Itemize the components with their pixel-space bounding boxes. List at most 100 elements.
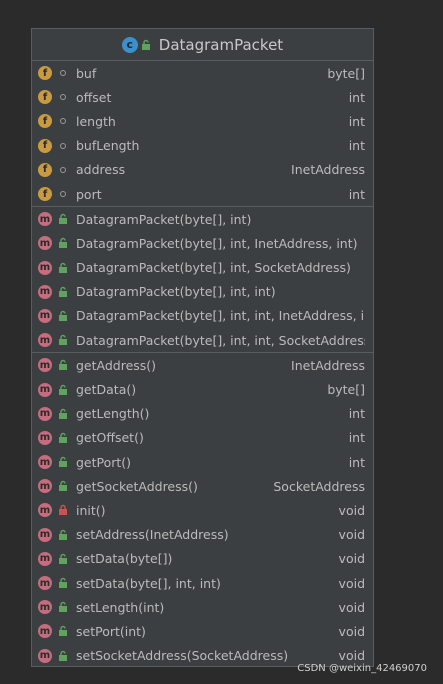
public-lock-icon bbox=[56, 212, 70, 226]
method-icon: m bbox=[38, 600, 52, 615]
member-name: setData(byte[]) bbox=[76, 551, 173, 567]
public-lock-icon bbox=[56, 624, 70, 638]
method-icon: m bbox=[38, 648, 52, 663]
public-lock-icon bbox=[56, 407, 70, 421]
constructor-row[interactable]: m DatagramPacket(byte[], int, SocketAddre… bbox=[32, 256, 373, 280]
methods-section: m getAddress() InetAddress m getData() byte[]… bbox=[32, 353, 373, 667]
member-type: int bbox=[348, 406, 365, 422]
method-icon: m bbox=[38, 284, 52, 299]
method-icon: m bbox=[38, 503, 52, 518]
method-row[interactable]: m getSocketAddress() SocketAddress bbox=[32, 474, 373, 498]
method-row[interactable]: m setData(byte[]) void bbox=[32, 547, 373, 571]
package-private-icon bbox=[56, 90, 70, 104]
field-icon: f bbox=[38, 90, 52, 105]
method-row[interactable]: m setData(byte[], int, int) void bbox=[32, 571, 373, 595]
member-name: getOffset() bbox=[76, 430, 144, 446]
member-name: getPort() bbox=[76, 454, 132, 470]
member-name: getAddress() bbox=[76, 357, 157, 373]
member-type: void bbox=[338, 648, 365, 664]
member-name: getSocketAddress() bbox=[76, 478, 198, 494]
method-row[interactable]: m init() void bbox=[32, 498, 373, 522]
member-type: int bbox=[348, 430, 365, 446]
class-name: DatagramPacket bbox=[158, 35, 284, 54]
public-lock-icon bbox=[56, 261, 70, 275]
public-lock-icon bbox=[56, 600, 70, 614]
public-lock-icon bbox=[56, 455, 70, 469]
field-icon: f bbox=[38, 114, 52, 129]
constructor-row[interactable]: m DatagramPacket(byte[], int, InetAddress… bbox=[32, 231, 373, 255]
member-type: SocketAddress bbox=[273, 478, 365, 494]
member-name: DatagramPacket(byte[], int, SocketAddres… bbox=[76, 260, 351, 276]
public-lock-icon bbox=[56, 358, 70, 372]
method-icon: m bbox=[38, 406, 52, 421]
package-private-icon bbox=[56, 139, 70, 153]
member-type: void bbox=[338, 502, 365, 518]
method-icon: m bbox=[38, 527, 52, 542]
member-name: DatagramPacket(byte[], int, int, InetAdd… bbox=[76, 308, 365, 324]
fields-section: f buf byte[] f offset int f length int f bufLength… bbox=[32, 61, 373, 208]
public-lock-icon bbox=[56, 333, 70, 347]
member-type: void bbox=[338, 527, 365, 543]
field-row[interactable]: f buf byte[] bbox=[32, 61, 373, 85]
watermark: CSDN @weixin_42469070 bbox=[297, 663, 427, 674]
member-type: int bbox=[348, 454, 365, 470]
class-icon: c bbox=[121, 36, 138, 53]
member-type: byte[] bbox=[327, 65, 365, 81]
member-type: void bbox=[338, 575, 365, 591]
method-row[interactable]: m setAddress(InetAddress) void bbox=[32, 523, 373, 547]
method-icon: m bbox=[38, 576, 52, 591]
member-type: void bbox=[338, 551, 365, 567]
field-icon: f bbox=[38, 66, 52, 81]
public-lock-icon bbox=[56, 309, 70, 323]
constructor-row[interactable]: m DatagramPacket(byte[], int, int, InetAd… bbox=[32, 304, 373, 328]
constructor-row[interactable]: m DatagramPacket(byte[], int) bbox=[32, 207, 373, 231]
member-name: bufLength bbox=[76, 138, 140, 154]
method-row[interactable]: m setLength(int) void bbox=[32, 595, 373, 619]
member-name: setLength(int) bbox=[76, 599, 165, 615]
method-row[interactable]: m getLength() int bbox=[32, 402, 373, 426]
member-type: int bbox=[348, 113, 365, 129]
package-private-icon bbox=[56, 163, 70, 177]
member-name: DatagramPacket(byte[], int, InetAddress,… bbox=[76, 235, 358, 251]
method-row[interactable]: m getData() byte[] bbox=[32, 377, 373, 401]
member-type: void bbox=[338, 623, 365, 639]
public-lock-icon bbox=[56, 649, 70, 663]
member-type: int bbox=[348, 186, 365, 202]
method-icon: m bbox=[38, 430, 52, 445]
member-type: void bbox=[338, 599, 365, 615]
method-row[interactable]: m getPort() int bbox=[32, 450, 373, 474]
method-row[interactable]: m getOffset() int bbox=[32, 426, 373, 450]
field-row[interactable]: f length int bbox=[32, 109, 373, 133]
member-name: init() bbox=[76, 502, 106, 518]
member-name: setSocketAddress(SocketAddress) bbox=[76, 648, 289, 664]
private-lock-icon bbox=[56, 503, 70, 517]
field-icon: f bbox=[38, 138, 52, 153]
constructor-row[interactable]: m DatagramPacket(byte[], int, int) bbox=[32, 280, 373, 304]
package-private-icon bbox=[56, 187, 70, 201]
public-lock-icon bbox=[56, 528, 70, 542]
field-icon: f bbox=[38, 162, 52, 177]
method-icon: m bbox=[38, 308, 52, 323]
constructor-row[interactable]: m DatagramPacket(byte[], int, int, Socket… bbox=[32, 328, 373, 352]
method-row[interactable]: m setPort(int) void bbox=[32, 619, 373, 643]
method-icon: m bbox=[38, 236, 52, 251]
method-icon: m bbox=[38, 455, 52, 470]
field-row[interactable]: f address InetAddress bbox=[32, 158, 373, 182]
method-icon: m bbox=[38, 212, 52, 227]
public-lock-icon bbox=[56, 576, 70, 590]
method-icon: m bbox=[38, 624, 52, 639]
public-lock-icon bbox=[56, 552, 70, 566]
method-row[interactable]: m getAddress() InetAddress bbox=[32, 353, 373, 377]
method-icon: m bbox=[38, 551, 52, 566]
method-icon: m bbox=[38, 260, 52, 275]
member-name: getLength() bbox=[76, 406, 150, 422]
field-row[interactable]: f bufLength int bbox=[32, 134, 373, 158]
field-row[interactable]: f port int bbox=[32, 182, 373, 206]
member-name: getData() bbox=[76, 382, 137, 398]
method-icon: m bbox=[38, 358, 52, 373]
public-lock-icon bbox=[56, 383, 70, 397]
field-row[interactable]: f offset int bbox=[32, 85, 373, 109]
member-type: int bbox=[348, 138, 365, 154]
field-icon: f bbox=[38, 187, 52, 202]
member-name: DatagramPacket(byte[], int, int) bbox=[76, 284, 276, 300]
